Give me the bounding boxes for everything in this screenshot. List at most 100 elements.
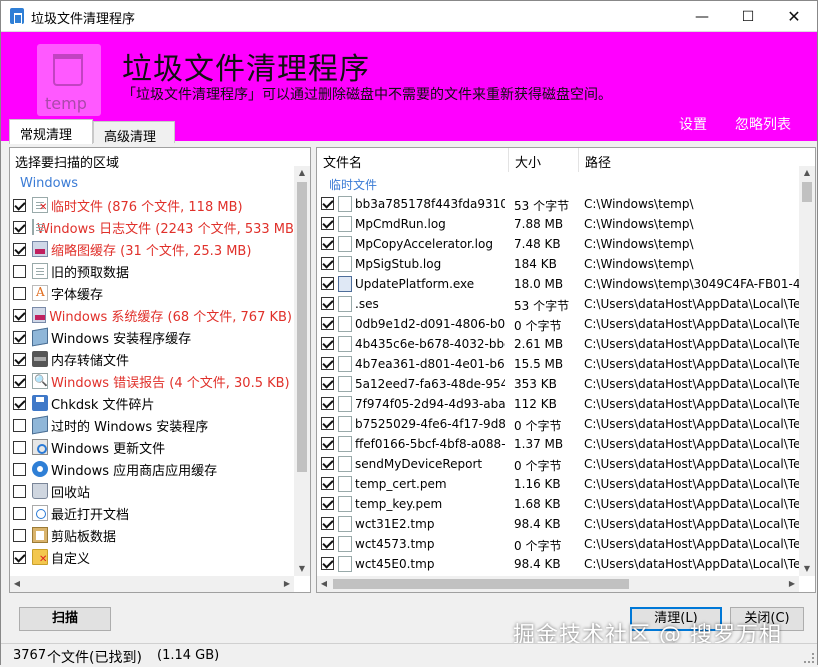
scroll-right-arrow-icon[interactable]: ▶: [785, 576, 799, 592]
scan-area-item[interactable]: Windows 安装程序缓存: [10, 326, 292, 348]
area-checkbox[interactable]: [13, 242, 26, 256]
area-list-horizontal-scrollbar[interactable]: ◀ ▶: [10, 576, 294, 592]
file-row[interactable]: wct31E2.tmp 98.4 KB C:\Users\dataHost\AppD…: [317, 514, 799, 534]
area-checkbox[interactable]: [13, 374, 26, 388]
file-checkbox[interactable]: [321, 237, 334, 250]
ignore-list-link[interactable]: 忽略列表: [735, 114, 791, 134]
minimize-button[interactable]: —: [679, 1, 725, 32]
scan-area-item[interactable]: Windows 更新文件: [10, 436, 292, 458]
scan-area-item[interactable]: 过时的 Windows 安装程序: [10, 414, 292, 436]
scan-area-item[interactable]: 回收站: [10, 480, 292, 502]
area-list-vertical-scrollbar[interactable]: ▲ ▼: [294, 166, 310, 576]
file-row[interactable]: 4b435c6e-b678-4032-bbef... 2.61 MB C:\User…: [317, 334, 799, 354]
area-checkbox[interactable]: [13, 352, 26, 366]
area-checkbox[interactable]: [13, 330, 26, 344]
file-checkbox[interactable]: [321, 197, 334, 210]
file-checkbox[interactable]: [321, 277, 334, 290]
scroll-down-arrow-icon[interactable]: ▼: [799, 562, 815, 576]
file-checkbox[interactable]: [321, 437, 334, 450]
area-checkbox[interactable]: [13, 264, 26, 278]
file-row[interactable]: 7f974f05-2d94-4d93-abaf-... 112 KB C:\User…: [317, 394, 799, 414]
file-checkbox[interactable]: [321, 517, 334, 530]
area-checkbox[interactable]: [13, 462, 26, 476]
scan-area-item[interactable]: Windows 错误报告 (4 个文件, 30.5 KB): [10, 370, 292, 392]
scan-area-item[interactable]: Windows 系统缓存 (68 个文件, 767 KB): [10, 304, 292, 326]
scroll-up-arrow-icon[interactable]: ▲: [799, 166, 815, 180]
scroll-down-arrow-icon[interactable]: ▼: [294, 562, 310, 576]
scan-area-item[interactable]: Chkdsk 文件碎片: [10, 392, 292, 414]
scan-area-item[interactable]: 旧的预取数据: [10, 260, 292, 282]
file-list-vertical-scrollbar[interactable]: ▲ ▼: [799, 166, 815, 576]
column-header-name[interactable]: 文件名: [317, 148, 509, 172]
file-row[interactable]: temp_cert.pem 1.16 KB C:\Users\dataHost\Ap…: [317, 474, 799, 494]
settings-link[interactable]: 设置: [679, 114, 707, 134]
tab-normal-clean[interactable]: 常规清理: [9, 119, 93, 144]
tab-advanced-clean[interactable]: 高级清理: [93, 121, 175, 145]
scroll-up-arrow-icon[interactable]: ▲: [294, 166, 310, 180]
file-checkbox[interactable]: [321, 557, 334, 570]
area-checkbox[interactable]: [13, 286, 26, 300]
file-list-horizontal-scrollbar[interactable]: ◀ ▶: [317, 576, 799, 592]
scroll-left-arrow-icon[interactable]: ◀: [10, 576, 24, 592]
scrollbar-thumb[interactable]: [333, 579, 629, 589]
area-checkbox[interactable]: [13, 528, 26, 542]
file-checkbox[interactable]: [321, 477, 334, 490]
scroll-left-arrow-icon[interactable]: ◀: [317, 576, 331, 592]
column-header-size[interactable]: 大小: [509, 148, 579, 172]
file-row[interactable]: b7525029-4fe6-4f17-9d8c-... 0 个字节 C:\Users…: [317, 414, 799, 434]
file-checkbox[interactable]: [321, 297, 334, 310]
area-checkbox[interactable]: [13, 198, 26, 212]
file-row[interactable]: wct4573.tmp 0 个字节 C:\Users\dataHost\AppDat…: [317, 534, 799, 554]
file-row[interactable]: wct45E0.tmp 98.4 KB C:\Users\dataHost\AppD…: [317, 554, 799, 574]
scan-area-item[interactable]: 缩略图缓存 (31 个文件, 25.3 MB): [10, 238, 292, 260]
scan-area-item[interactable]: 内存转储文件: [10, 348, 292, 370]
file-row[interactable]: ffef0166-5bcf-4bf8-a088-8... 1.37 MB C:\Us…: [317, 434, 799, 454]
file-checkbox[interactable]: [321, 377, 334, 390]
scan-area-item[interactable]: 最近打开文档: [10, 502, 292, 524]
scroll-right-arrow-icon[interactable]: ▶: [280, 576, 294, 592]
file-row[interactable]: MpSigStub.log 184 KB C:\Windows\temp\: [317, 254, 799, 274]
file-row[interactable]: temp_key.pem 1.68 KB C:\Users\dataHost\App…: [317, 494, 799, 514]
file-checkbox[interactable]: [321, 317, 334, 330]
scan-area-item[interactable]: 自定义: [10, 546, 292, 568]
scan-button[interactable]: 扫描: [19, 607, 111, 631]
area-checkbox[interactable]: [13, 396, 26, 410]
scan-area-item[interactable]: Windows 应用商店应用缓存: [10, 458, 292, 480]
file-checkbox[interactable]: [321, 257, 334, 270]
column-header-path[interactable]: 路径: [579, 148, 799, 172]
scan-area-item[interactable]: Windows 日志文件 (2243 个文件, 533 MB): [10, 216, 299, 238]
scrollbar-thumb[interactable]: [802, 182, 812, 202]
file-row[interactable]: sendMyDeviceReport 0 个字节 C:\Users\dataHost…: [317, 454, 799, 474]
scan-area-item[interactable]: 剪贴板数据: [10, 524, 292, 546]
file-checkbox[interactable]: [321, 217, 334, 230]
file-row[interactable]: 4b7ea361-d801-4e01-b697... 15.5 MB C:\User…: [317, 354, 799, 374]
file-checkbox[interactable]: [321, 397, 334, 410]
scan-area-item[interactable]: 临时文件 (876 个文件, 118 MB): [10, 194, 292, 216]
resize-grip-icon[interactable]: [804, 653, 814, 663]
scrollbar-thumb[interactable]: [297, 182, 307, 472]
title-bar[interactable]: 垃圾文件清理程序 — ☐ ✕: [1, 1, 817, 32]
file-row[interactable]: bb3a785178f443fda931098... 53 个字节 C:\Windo…: [317, 194, 799, 214]
file-checkbox[interactable]: [321, 497, 334, 510]
close-window-button[interactable]: ✕: [771, 1, 817, 32]
file-row[interactable]: 5a12eed7-fa63-48de-9547... 353 KB C:\Users…: [317, 374, 799, 394]
file-row[interactable]: 0db9e1d2-d091-4806-b0f1... 0 个字节 C:\Users\…: [317, 314, 799, 334]
area-checkbox[interactable]: [13, 418, 26, 432]
maximize-button[interactable]: ☐: [725, 1, 771, 32]
file-checkbox[interactable]: [321, 537, 334, 550]
area-checkbox[interactable]: [13, 308, 26, 322]
area-checkbox[interactable]: [13, 506, 26, 520]
scan-area-item[interactable]: 字体缓存: [10, 282, 292, 304]
area-checkbox[interactable]: [13, 550, 26, 564]
file-checkbox[interactable]: [321, 457, 334, 470]
file-checkbox[interactable]: [321, 337, 334, 350]
file-row[interactable]: MpCopyAccelerator.log 7.48 KB C:\Windows\t…: [317, 234, 799, 254]
file-row[interactable]: UpdatePlatform.exe 18.0 MB C:\Windows\temp…: [317, 274, 799, 294]
file-row[interactable]: MpCmdRun.log 7.88 MB C:\Windows\temp\: [317, 214, 799, 234]
area-checkbox[interactable]: [13, 440, 26, 454]
file-row[interactable]: .ses 53 个字节 C:\Users\dataHost\AppData\Loca…: [317, 294, 799, 314]
file-checkbox[interactable]: [321, 417, 334, 430]
area-checkbox[interactable]: [13, 484, 26, 498]
file-checkbox[interactable]: [321, 357, 334, 370]
area-checkbox[interactable]: [13, 220, 26, 234]
